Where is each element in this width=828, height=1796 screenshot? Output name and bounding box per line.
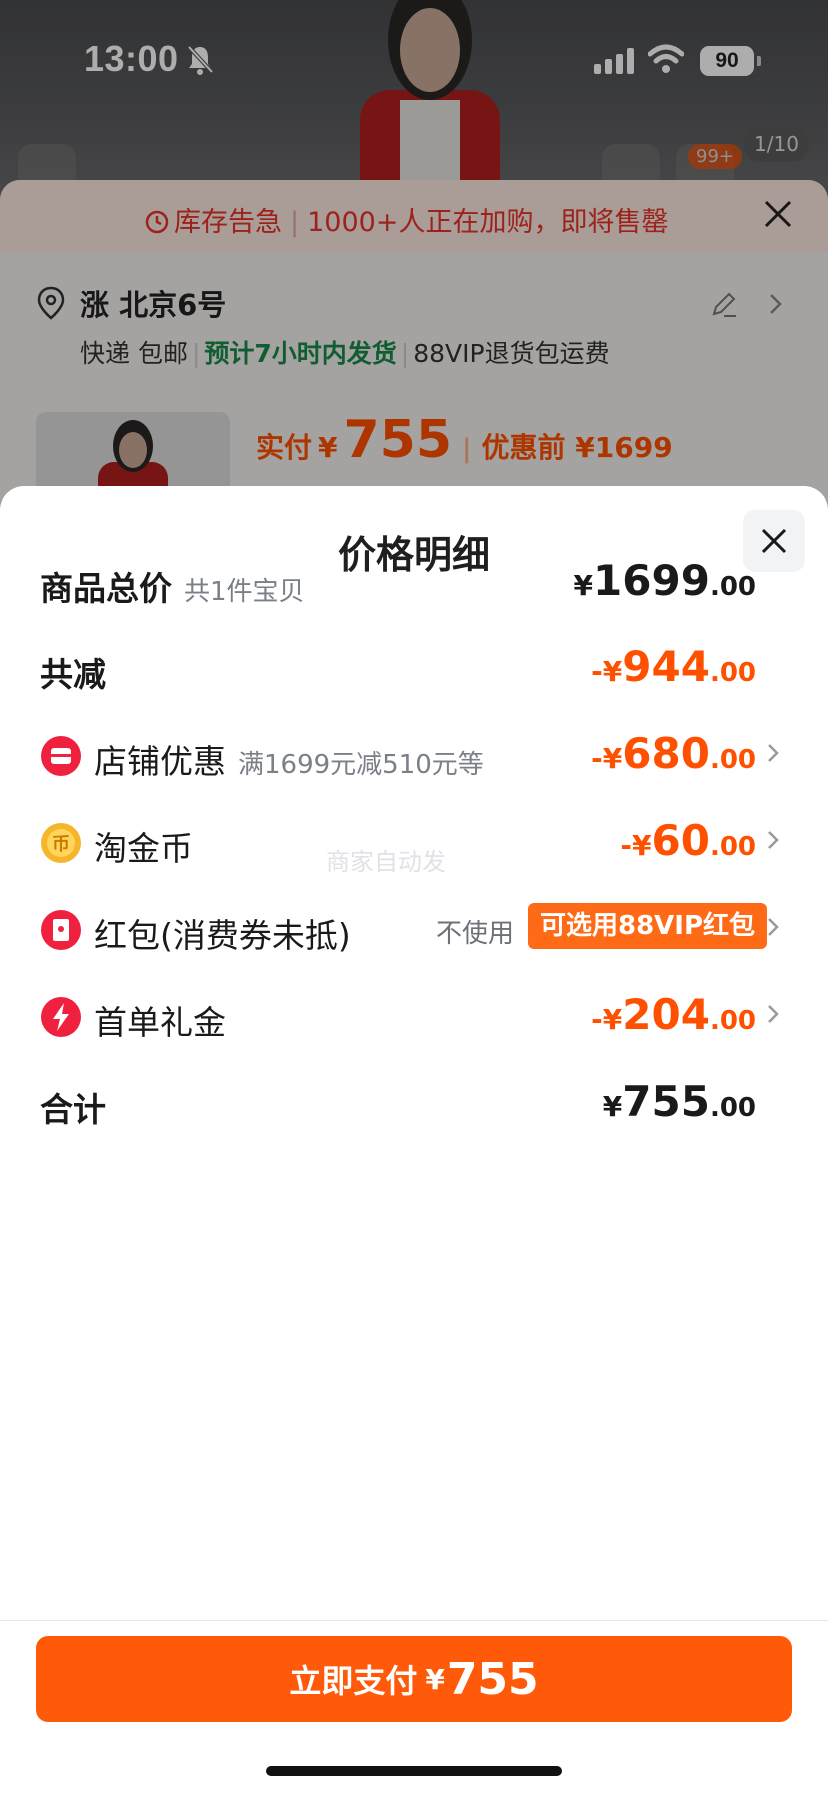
- taojinbi-price: -¥60.00: [620, 816, 756, 865]
- chevron-right-icon: [768, 1005, 779, 1023]
- taojinbi-label: 淘金币: [94, 829, 193, 868]
- first-order-gift-label: 首单礼金: [94, 1003, 226, 1042]
- pay-now-label: 立即支付: [289, 1662, 418, 1700]
- item-count: 共1件宝贝: [184, 577, 305, 607]
- store-discount-detail: 满1699元减510元等: [238, 750, 484, 780]
- total-discount-label: 共减: [40, 655, 106, 694]
- goods-total-price: ¥1699.00: [573, 556, 756, 605]
- grand-total-label: 合计: [40, 1090, 106, 1129]
- red-packet-row[interactable]: 红包(消费券未抵) 不使用 可选用88VIP红包: [0, 899, 828, 959]
- red-packet-label: 红包(消费券未抵): [94, 916, 351, 955]
- goods-total-label: 商品总价 共1件宝贝: [40, 569, 305, 608]
- watermark-text: 商家自动发: [326, 848, 446, 876]
- svg-text:币: 币: [52, 834, 70, 855]
- coin-icon: 币: [41, 823, 81, 863]
- chevron-right-icon: [768, 918, 779, 936]
- total-discount-price: -¥944.00: [591, 642, 756, 691]
- grand-total-row: 合计 ¥755.00: [0, 1073, 828, 1133]
- lightning-icon: [41, 997, 81, 1037]
- store-discount-label: 店铺优惠 满1699元减510元等: [94, 742, 484, 781]
- pay-now-amount: 755: [446, 1653, 539, 1705]
- goods-total-row: 商品总价 共1件宝贝 ¥1699.00: [0, 552, 828, 612]
- pay-now-currency: ¥: [425, 1662, 445, 1696]
- grand-total-price: ¥755.00: [602, 1077, 756, 1126]
- pay-now-button[interactable]: 立即支付 ¥ 755: [36, 1636, 792, 1722]
- first-order-gift-row[interactable]: 首单礼金 -¥204.00: [0, 986, 828, 1046]
- price-detail-sheet: 价格明细 商品总价 共1件宝贝 ¥1699.00 共减 -¥944.00 店铺优惠…: [0, 486, 828, 1796]
- home-indicator[interactable]: [266, 1766, 562, 1776]
- store-icon: [41, 736, 81, 776]
- store-discount-price: -¥680.00: [591, 729, 756, 778]
- footer-divider: [0, 1620, 828, 1621]
- chevron-right-icon: [768, 831, 779, 849]
- chevron-right-icon: [768, 744, 779, 762]
- close-icon: [761, 528, 787, 554]
- store-discount-row[interactable]: 店铺优惠 满1699元减510元等 -¥680.00: [0, 725, 828, 785]
- vip-red-packet-button[interactable]: 可选用88VIP红包: [528, 903, 768, 949]
- first-order-gift-price: -¥204.00: [591, 990, 756, 1039]
- not-use-option[interactable]: 不使用: [436, 913, 514, 950]
- red-packet-icon: [41, 910, 81, 950]
- total-discount-row: 共减 -¥944.00: [0, 638, 828, 698]
